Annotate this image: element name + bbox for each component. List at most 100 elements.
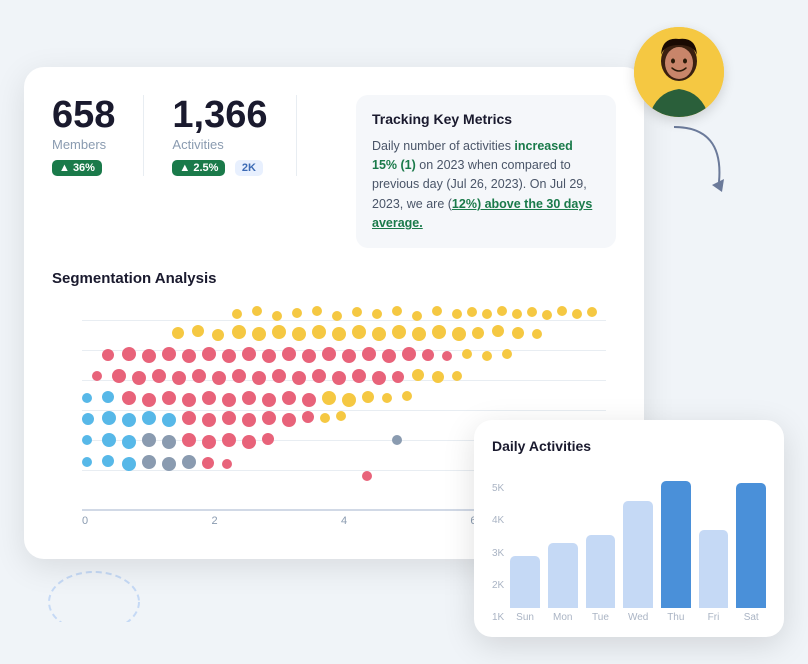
dot [372, 327, 386, 341]
tracking-box: Tracking Key Metrics Daily number of act… [356, 95, 616, 248]
dot [182, 411, 196, 425]
dot [342, 349, 356, 363]
bar-col-thu: Thu [661, 481, 691, 623]
bar-wed [623, 501, 653, 608]
dot [527, 307, 537, 317]
dot [182, 455, 196, 469]
activities-label: Activities [172, 137, 267, 152]
dot [402, 347, 416, 361]
dot [332, 311, 342, 321]
members-stat: 658 Members ▲ 36% [52, 95, 144, 176]
y-label-4k: 4K [492, 515, 504, 526]
y-label-2k: 2K [492, 580, 504, 591]
dot [82, 457, 92, 467]
dot [392, 306, 402, 316]
dot [302, 393, 316, 407]
segmentation-title: Segmentation Analysis [52, 270, 616, 287]
dot [82, 435, 92, 445]
dot [152, 369, 166, 383]
bar-label-sun: Sun [516, 612, 534, 623]
dot [432, 325, 446, 339]
dot [92, 371, 102, 381]
activities-2k: 2K [235, 160, 263, 176]
dot [182, 433, 196, 447]
dot [192, 325, 204, 337]
dot [102, 455, 114, 467]
dot [242, 435, 256, 449]
activities-badge: ▲ 2.5% [172, 160, 225, 176]
dot [182, 393, 196, 407]
bar-col-wed: Wed [623, 501, 653, 623]
dot [212, 371, 226, 385]
dot [202, 391, 216, 405]
dot [202, 457, 214, 469]
dot [262, 411, 276, 425]
dot [272, 311, 282, 321]
dot [162, 347, 176, 361]
tracking-text: Daily number of activities increased 15%… [372, 139, 592, 231]
x-tick-2: 2 [211, 515, 217, 527]
dot [262, 349, 276, 363]
dot [432, 306, 442, 316]
dot [462, 349, 472, 359]
dot [482, 351, 492, 361]
dot [182, 349, 196, 363]
dot [162, 457, 176, 471]
dot [202, 347, 216, 361]
dot [392, 435, 402, 445]
dot [372, 371, 386, 385]
dot [492, 325, 504, 337]
dot [432, 371, 444, 383]
dot [320, 413, 330, 423]
tracking-highlight1: increased 15% (1) [372, 139, 573, 172]
h-line-3 [82, 410, 606, 411]
bar-fri [699, 530, 729, 608]
dot [282, 413, 296, 427]
dot [142, 349, 156, 363]
dot [292, 308, 302, 318]
y-label-3k: 3K [492, 548, 504, 559]
dot [312, 369, 326, 383]
dot [402, 391, 412, 401]
activities-stat: 1,366 Activities ▲ 2.5% 2K [172, 95, 296, 176]
h-line-6 [82, 320, 606, 321]
bar-col-mon: Mon [548, 543, 578, 623]
bar-sat [736, 483, 766, 608]
bar-label-sat: Sat [744, 612, 759, 623]
dot [312, 306, 322, 316]
dot [252, 327, 266, 341]
dot [232, 325, 246, 339]
dashed-circle-decoration [44, 552, 144, 627]
x-tick-4: 4 [341, 515, 347, 527]
daily-title: Daily Activities [492, 438, 766, 454]
dot [302, 411, 314, 423]
bar-tue [586, 535, 616, 608]
dot [362, 391, 374, 403]
bar-sun [510, 556, 540, 608]
dot [202, 435, 216, 449]
bar-mon [548, 543, 578, 608]
bar-thu [661, 481, 691, 608]
dot [122, 347, 136, 361]
dot [222, 393, 236, 407]
dot [192, 369, 206, 383]
dot [102, 411, 116, 425]
dot [332, 371, 346, 385]
dot [542, 310, 552, 320]
dot [422, 349, 434, 361]
dot [122, 457, 136, 471]
dot [372, 309, 382, 319]
dot [342, 393, 356, 407]
dot [352, 369, 366, 383]
dot [497, 306, 507, 316]
dot [382, 349, 396, 363]
dot [292, 327, 306, 341]
members-value: 658 [52, 95, 115, 137]
bar-label-mon: Mon [553, 612, 572, 623]
scene: 658 Members ▲ 36% 1,366 Activities ▲ 2.5… [24, 27, 784, 637]
dot [172, 327, 184, 339]
dot [242, 347, 256, 361]
dot [572, 309, 582, 319]
dot [112, 369, 126, 383]
dot [322, 391, 336, 405]
